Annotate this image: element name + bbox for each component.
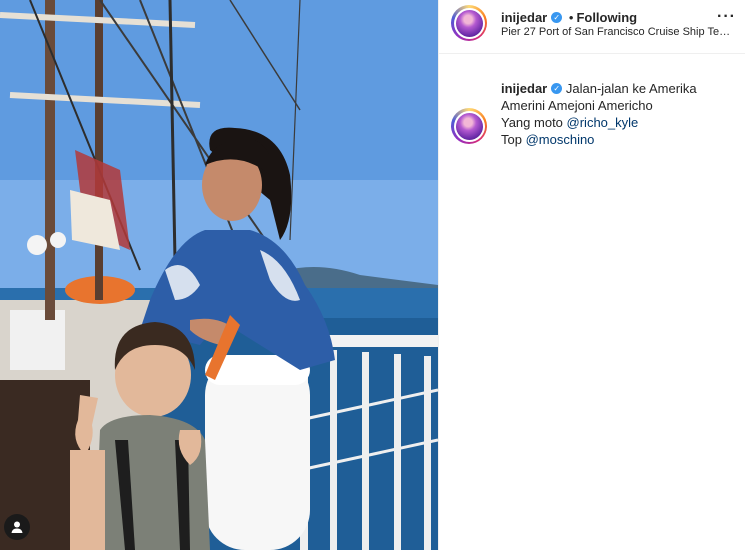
post-header: inijedar ✓ • Following Pier 27 Port of San… <box>439 0 745 54</box>
verified-badge-icon: ✓ <box>551 83 563 95</box>
caption-line-4-text: Top <box>501 132 526 147</box>
author-username[interactable]: inijedar <box>501 10 547 25</box>
post-side-panel: inijedar ✓ • Following Pier 27 Port of San… <box>438 0 745 550</box>
caption-line-2: Amerini Amejoni Americho <box>501 98 653 113</box>
mention-link-moschino[interactable]: @moschino <box>526 132 595 147</box>
caption-line-4: Top @moschino <box>501 131 737 148</box>
post-photo[interactable] <box>0 0 438 550</box>
mention-link-richo-kyle[interactable]: @richo_kyle <box>567 115 639 130</box>
post-location[interactable]: Pier 27 Port of San Francisco Cruise Shi… <box>501 26 733 38</box>
user-tag-button[interactable] <box>4 514 30 540</box>
avatar-ring-inner <box>453 110 485 142</box>
user-tag-icon <box>11 521 23 533</box>
avatar-image <box>455 112 483 140</box>
avatar-image <box>455 9 483 37</box>
avatar-ring-inner <box>453 7 485 39</box>
following-button[interactable]: Following <box>576 10 637 25</box>
caption-line-1: inijedar ✓ Jalan-jalan ke Amerika <box>501 80 737 97</box>
caption-line-3: Yang moto @richo_kyle <box>501 114 737 131</box>
separator-dot: • <box>568 10 574 25</box>
photo-illustration <box>0 0 438 550</box>
caption-line-1-text: Jalan-jalan ke Amerika <box>565 81 697 96</box>
caption-username[interactable]: inijedar <box>501 81 547 96</box>
more-options-icon[interactable]: ··· <box>717 9 736 25</box>
caption-author-avatar[interactable] <box>451 108 487 144</box>
author-avatar[interactable] <box>451 5 487 41</box>
header-title-row: inijedar ✓ • Following <box>501 10 637 25</box>
caption-text: inijedar ✓ Jalan-jalan ke Amerika Amerini… <box>501 80 737 148</box>
caption-line-3-text: Yang moto <box>501 115 567 130</box>
verified-badge-icon: ✓ <box>551 12 563 24</box>
instagram-post: inijedar ✓ • Following Pier 27 Port of San… <box>0 0 745 550</box>
